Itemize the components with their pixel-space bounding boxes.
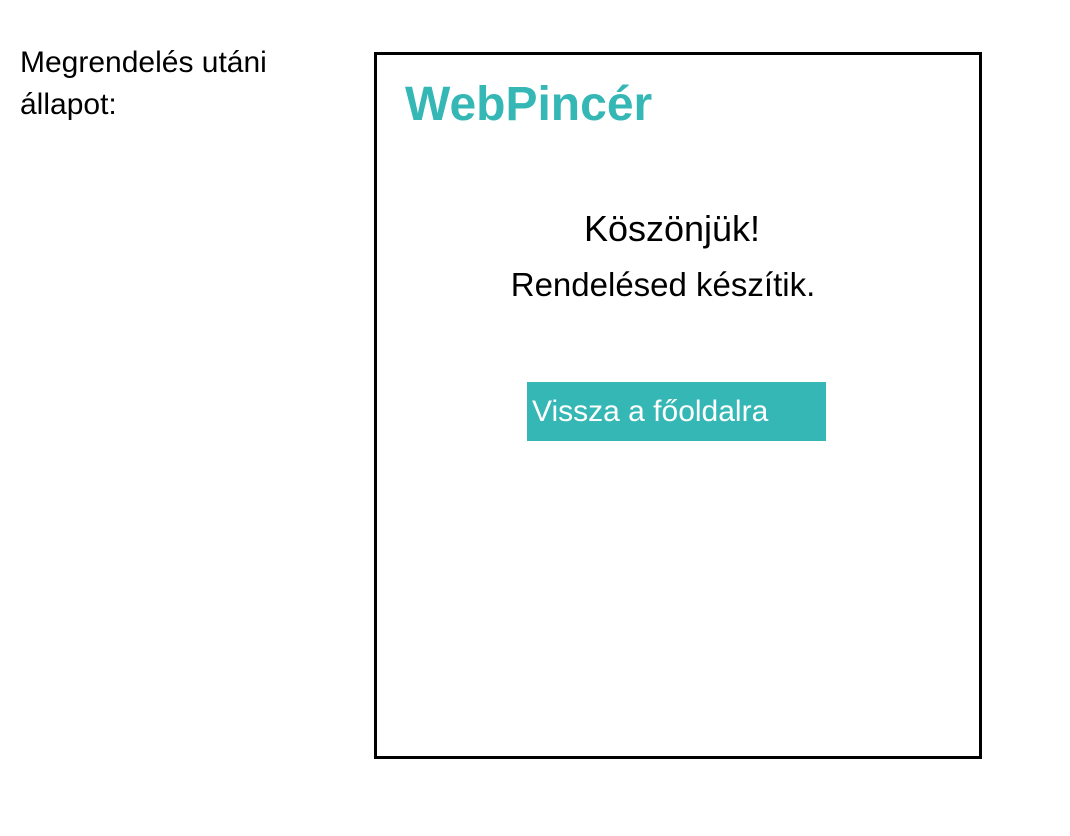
state-description-line-2: állapot: [20,88,117,121]
order-confirmation-screen: WebPincér Köszönjük! Rendelésed készítik… [374,52,982,759]
brand-logo[interactable]: WebPincér [405,75,652,135]
back-to-home-button[interactable]: Vissza a főoldalra [527,382,826,441]
state-description-line-1: Megrendelés utáni [20,46,267,79]
order-status-message: Rendelésed készítik. [510,266,816,303]
thank-you-heading: Köszönjük! [583,208,761,249]
state-description-label: Megrendelés utáni állapot: [20,42,340,126]
